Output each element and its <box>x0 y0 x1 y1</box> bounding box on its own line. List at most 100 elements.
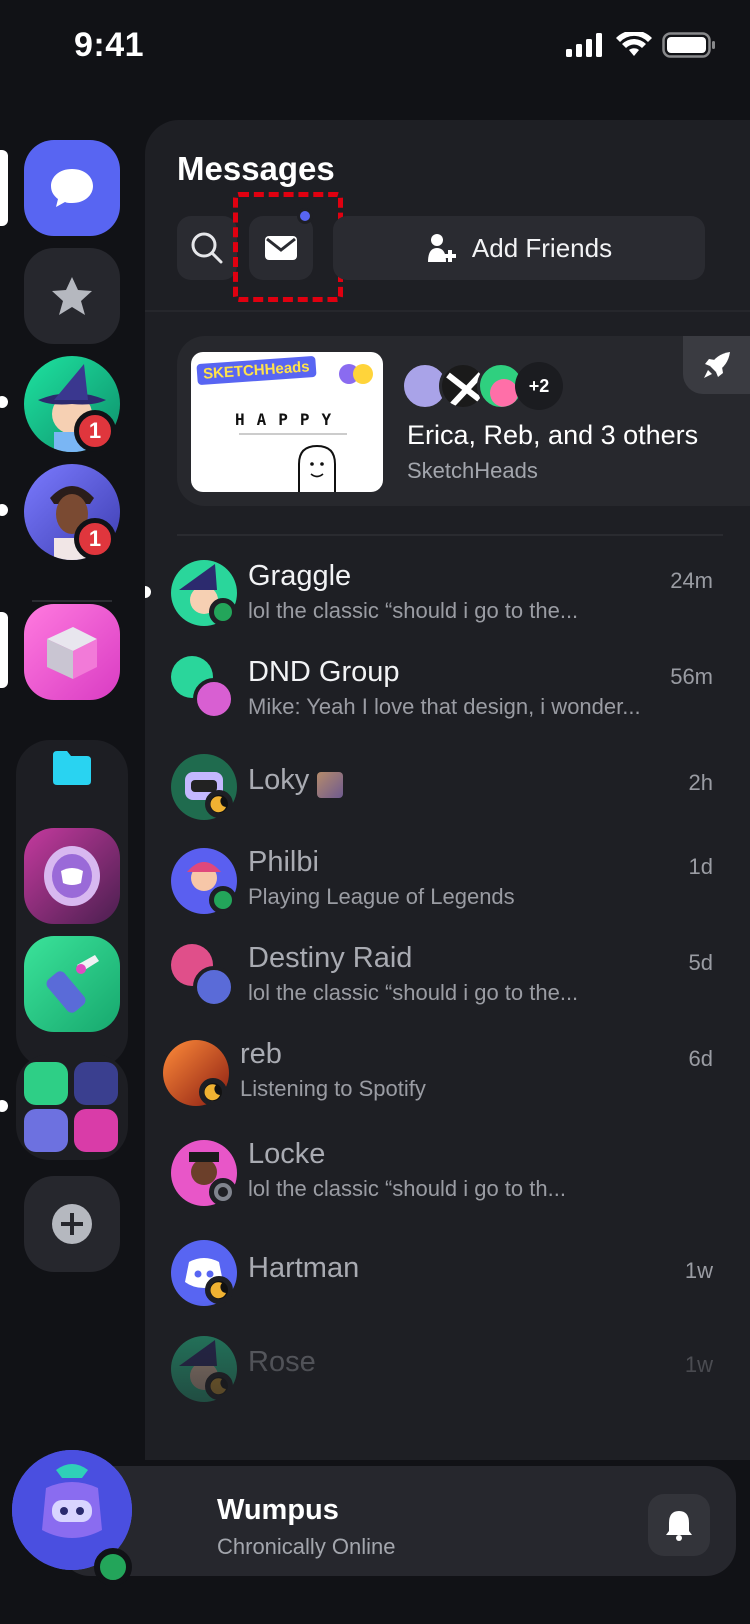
dm-row-destiny-raid[interactable]: Destiny Raid lol the classic “should i g… <box>145 936 750 1032</box>
unread-badge: 1 <box>74 518 116 560</box>
card-divider <box>177 534 723 536</box>
moon-icon <box>210 1378 226 1395</box>
add-friend-icon <box>427 234 456 262</box>
offline-status-icon <box>209 1178 237 1206</box>
bell-icon <box>666 1511 692 1541</box>
activity-thumbnail: SKETCHHeads HAPPY <box>191 352 383 492</box>
unread-indicator <box>0 504 8 516</box>
conversation-name: Philbi <box>248 846 319 878</box>
mini-server-axe <box>74 1109 118 1152</box>
conversation-name: Loky <box>248 764 310 796</box>
nitro-badge-icon <box>317 772 343 798</box>
conversation-time: 1d <box>688 854 713 879</box>
activity-launch-button[interactable] <box>683 336 750 394</box>
idle-status-icon <box>205 790 233 818</box>
server-cube[interactable] <box>24 604 120 700</box>
star-icon <box>52 277 92 315</box>
unread-indicator <box>0 396 8 408</box>
chat-bubble-icon <box>51 169 93 207</box>
idle-status-icon <box>199 1078 227 1106</box>
conversation-time: 5d <box>688 950 713 975</box>
conversation-time: 56m <box>670 664 713 689</box>
header-divider <box>145 310 750 312</box>
conversation-preview: lol the classic “should i go to the... <box>248 980 579 1005</box>
dm-row-reb[interactable]: reb Listening to Spotify 6d <box>145 1032 750 1128</box>
conversation-preview: Listening to Spotify <box>240 1076 426 1101</box>
battery-icon <box>662 32 715 58</box>
conversation-time: 6d <box>688 1046 713 1071</box>
extinguisher-icon <box>46 955 99 1013</box>
group-avatar-front <box>193 966 235 1008</box>
dm-row-philbi[interactable]: Philbi Playing League of Legends 1d <box>145 840 750 936</box>
notifications-button[interactable] <box>648 1494 710 1556</box>
activity-card[interactable]: SKETCHHeads HAPPY +2 Erica, Reb, and 3 o… <box>177 336 750 506</box>
search-button[interactable] <box>177 216 237 280</box>
user-bar: Wumpus Chronically Online <box>0 1450 750 1624</box>
mini-server-wand <box>24 1062 68 1105</box>
conversation-name: reb <box>240 1038 282 1070</box>
dm-row-graggle[interactable]: Graggle lol the classic “should i go to … <box>145 552 750 648</box>
extra-participants-count: +2 <box>515 362 563 410</box>
conversation-time: 1w <box>684 1258 713 1283</box>
dm-row-dnd-group[interactable]: DND Group Mike: Yeah I love that design,… <box>145 648 750 744</box>
conversation-name: Graggle <box>248 560 352 592</box>
add-friends-button[interactable]: Add Friends <box>333 216 705 280</box>
rocket-icon <box>704 352 730 378</box>
group-avatar-front <box>193 678 235 720</box>
conversation-preview: lol the classic “should i go to th... <box>248 1176 566 1201</box>
server-coin[interactable] <box>24 828 120 924</box>
conversation-time: 1w <box>684 1352 713 1377</box>
ghost-doodle-icon <box>239 364 373 492</box>
status-bar: 9:41 <box>0 0 750 100</box>
online-status-icon <box>209 598 237 626</box>
mini-server-gear <box>24 1109 68 1152</box>
server-extinguisher[interactable] <box>24 936 120 1032</box>
conversation-preview: Mike: Yeah I love that design, i wonder.… <box>248 694 641 719</box>
active-indicator <box>0 150 8 226</box>
messages-panel: Messages Add Friends SKETCHHeads HAPPY +… <box>145 120 750 1460</box>
activity-title: Erica, Reb, and 3 others <box>407 420 699 450</box>
wifi-icon <box>616 32 652 56</box>
active-indicator <box>0 612 8 688</box>
status-time: 9:41 <box>74 26 145 64</box>
participant-avatars: +2 <box>401 362 571 410</box>
folder-icon <box>53 751 91 785</box>
add-friends-label: Add Friends <box>471 232 613 263</box>
highlight-box <box>233 192 343 302</box>
search-icon <box>191 232 223 264</box>
conversation-name: Hartman <box>248 1252 360 1284</box>
conversation-preview: lol the classic “should i go to the... <box>248 598 579 623</box>
dm-row-loky[interactable]: Loky 2h <box>145 744 750 840</box>
moon-icon <box>204 1084 220 1101</box>
conversation-preview: Playing League of Legends <box>248 884 515 909</box>
user-online-status-icon <box>94 1548 132 1586</box>
favorites-button[interactable] <box>24 248 120 344</box>
dm-row-rose[interactable]: Rose 1w <box>145 1326 750 1422</box>
folder-grid <box>24 1062 120 1152</box>
page-title: Messages <box>177 150 335 187</box>
dm-row-locke[interactable]: Locke lol the classic “should i go to th… <box>145 1132 750 1228</box>
rail-separator <box>32 600 112 602</box>
conversation-time: 2h <box>688 770 713 795</box>
conversation-name: Locke <box>248 1138 326 1170</box>
extra-count-label: +2 <box>528 375 550 396</box>
add-server-button[interactable] <box>24 1176 120 1272</box>
dm-row-hartman[interactable]: Hartman 1w <box>145 1230 750 1326</box>
unread-indicator <box>0 1100 8 1112</box>
idle-status-icon <box>205 1276 233 1304</box>
folder-icon-button[interactable] <box>24 720 120 816</box>
unread-badge: 1 <box>74 410 116 452</box>
user-panel[interactable]: Wumpus Chronically Online <box>60 1466 736 1576</box>
idle-status-icon <box>205 1372 233 1400</box>
discord-coin-icon <box>44 846 100 906</box>
direct-messages-button[interactable] <box>24 140 120 236</box>
cube-icon <box>47 627 97 679</box>
online-status-icon <box>209 886 237 914</box>
moon-icon <box>210 1282 226 1299</box>
conversation-name: DND Group <box>248 656 400 688</box>
user-custom-status: Chronically Online <box>217 1534 396 1559</box>
mini-server-sprout <box>74 1062 118 1105</box>
user-name: Wumpus <box>217 1494 339 1526</box>
offline-ring <box>218 1187 228 1197</box>
activity-subtitle: SketchHeads <box>407 458 538 483</box>
